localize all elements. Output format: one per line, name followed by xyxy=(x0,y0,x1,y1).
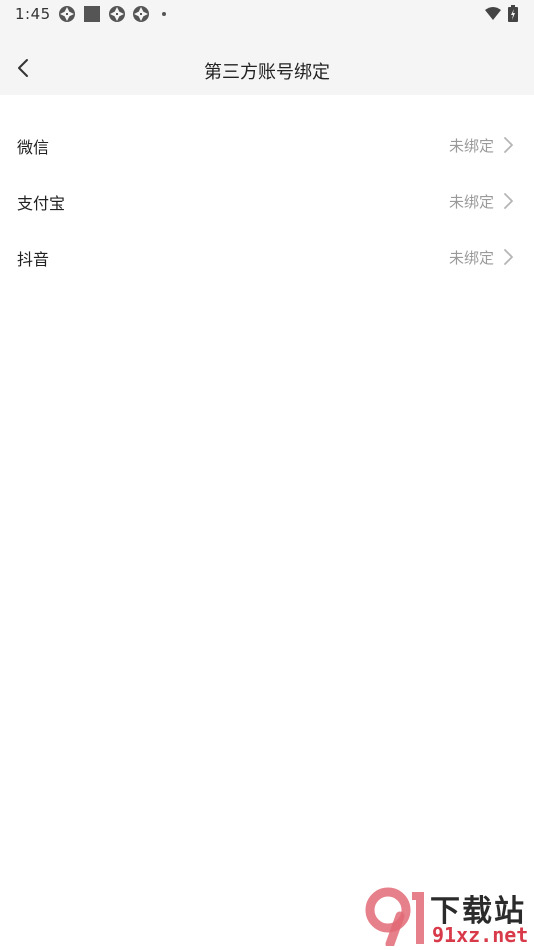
status-bar: 1:45 xyxy=(0,0,534,30)
aperture-icon xyxy=(108,5,126,23)
binding-status: 未绑定 xyxy=(448,137,494,155)
watermark: 下载站 91xz.net xyxy=(360,886,530,947)
binding-status: 未绑定 xyxy=(448,193,494,211)
notification-dot-icon xyxy=(162,12,166,16)
chevron-right-icon xyxy=(504,249,513,265)
account-label: 微信 xyxy=(17,138,50,157)
chevron-right-icon xyxy=(504,193,513,209)
page-title: 第三方账号绑定 xyxy=(204,62,330,83)
binding-status: 未绑定 xyxy=(448,249,494,267)
wifi-icon xyxy=(484,5,502,23)
chevron-right-icon xyxy=(504,137,513,153)
account-label: 支付宝 xyxy=(17,194,66,213)
account-label: 抖音 xyxy=(17,250,50,269)
status-time: 1:45 xyxy=(15,5,51,23)
account-row-douyin[interactable]: 抖音 未绑定 xyxy=(0,229,534,285)
watermark-logo-icon xyxy=(365,887,424,946)
app-header: 第三方账号绑定 xyxy=(0,30,534,95)
watermark-url: 91xz.net xyxy=(432,923,529,947)
account-row-wechat[interactable]: 微信 未绑定 xyxy=(0,117,534,173)
account-row-alipay[interactable]: 支付宝 未绑定 xyxy=(0,173,534,229)
aperture-icon xyxy=(132,5,150,23)
square-icon xyxy=(83,5,101,23)
aperture-icon xyxy=(58,5,76,23)
battery-icon xyxy=(507,5,519,23)
account-binding-list: 微信 未绑定 支付宝 未绑定 抖音 未绑定 xyxy=(0,117,534,285)
